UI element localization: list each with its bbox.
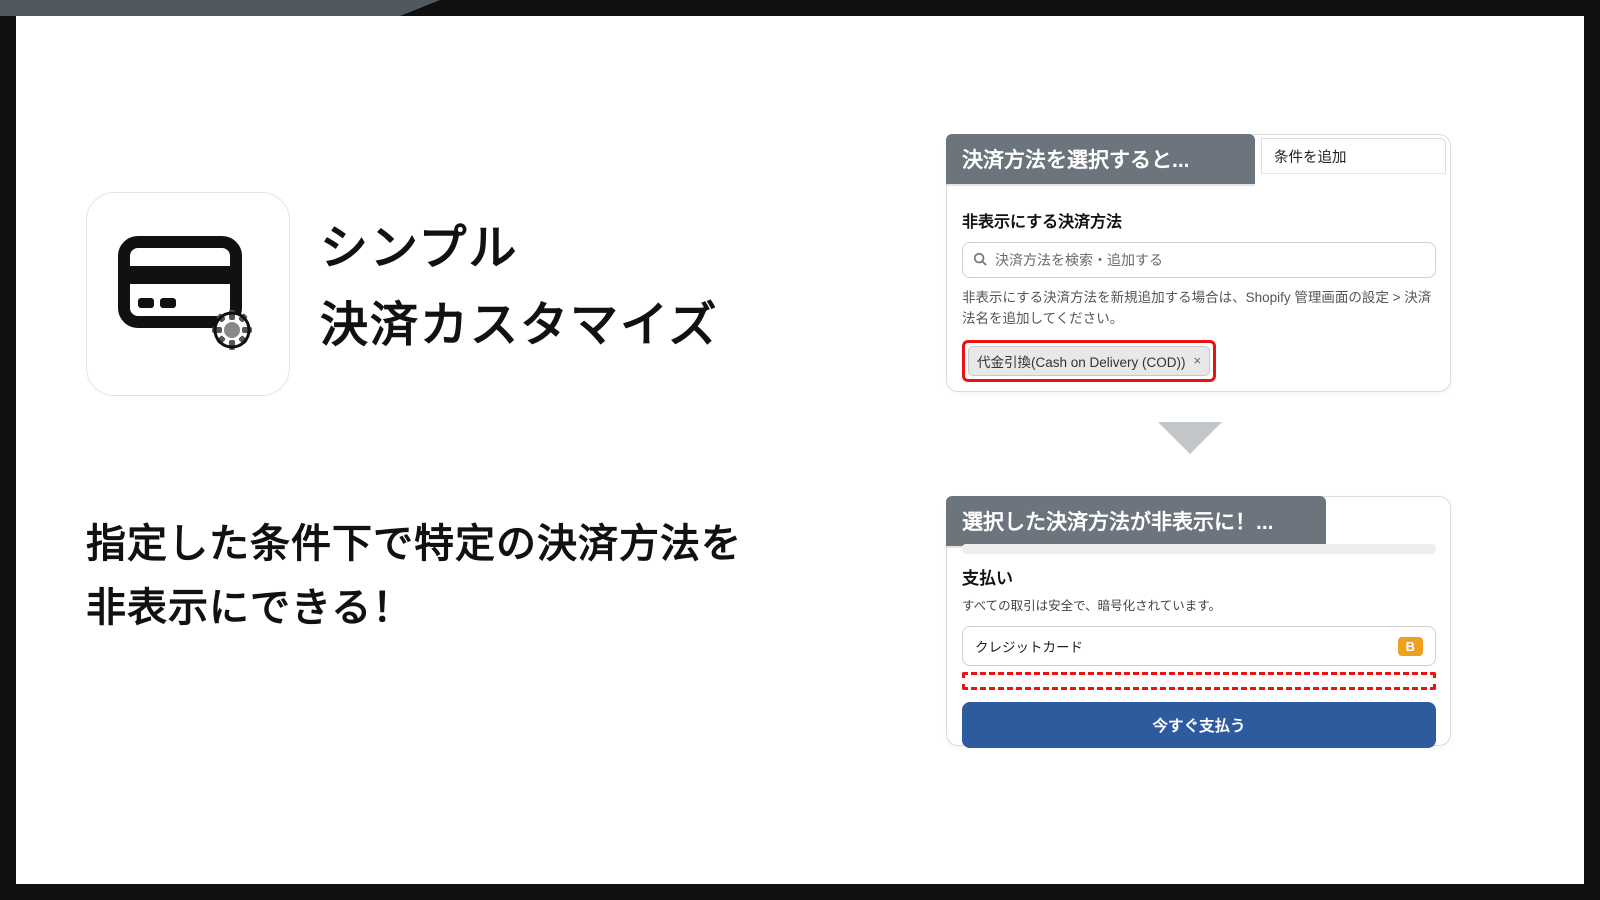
bogus-gateway-badge: B: [1398, 637, 1423, 656]
panel2-body: 支払い すべての取引は安全で、暗号化されています。 クレジットカード B 今すぐ…: [962, 564, 1436, 748]
slide-card: シンプル 決済カスタマイズ 指定した条件下で特定の決済方法を 非表示にできる！ …: [16, 16, 1584, 884]
chip-remove-icon[interactable]: ×: [1194, 353, 1202, 368]
frame-edge: [1584, 0, 1600, 470]
down-arrow-icon: [1158, 422, 1222, 454]
subhead-line2: 非表示にできる！: [86, 576, 742, 640]
slide-stage: シンプル 決済カスタマイズ 指定した条件下で特定の決済方法を 非表示にできる！ …: [0, 0, 1600, 900]
hide-methods-help-text: 非表示にする決済方法を新規追加する場合は、Shopify 管理画面の設定 > 決…: [962, 288, 1436, 330]
panel1-banner: 決済方法を選択すると...: [946, 134, 1255, 184]
hidden-method-placeholder: [962, 672, 1436, 690]
panel2-top-strip: [962, 544, 1436, 554]
app-title-line2: 決済カスタマイズ: [320, 288, 719, 365]
payment-option-label: クレジットカード: [975, 636, 1083, 656]
payment-method-search-input[interactable]: 決済方法を検索・追加する: [962, 242, 1436, 278]
panel2-banner: 選択した決済方法が非表示に！...: [946, 496, 1326, 546]
credit-card-gear-icon: [118, 232, 258, 357]
frame-edge: [0, 884, 1600, 900]
add-condition-tab-label: 条件を追加: [1274, 146, 1347, 167]
subhead-line1: 指定した条件下で特定の決済方法を: [86, 512, 742, 576]
search-icon: [973, 252, 987, 269]
payment-option-credit-card[interactable]: クレジットカード B: [962, 626, 1436, 666]
app-icon-card: [86, 192, 290, 396]
selected-method-highlight: 代金引換(Cash on Delivery (COD)) ×: [962, 340, 1216, 382]
slide-subheading: 指定した条件下で特定の決済方法を 非表示にできる！: [86, 512, 742, 640]
checkout-payment-heading: 支払い: [962, 564, 1436, 589]
hide-methods-label: 非表示にする決済方法: [962, 208, 1436, 232]
payment-method-chip[interactable]: 代金引換(Cash on Delivery (COD)) ×: [968, 346, 1210, 376]
app-title: シンプル 決済カスタマイズ: [320, 211, 719, 365]
pay-now-button[interactable]: 今すぐ支払う: [962, 702, 1436, 748]
frame-edge: [0, 420, 16, 900]
frame-edge: [0, 0, 400, 16]
panel1-body: 非表示にする決済方法 決済方法を検索・追加する 非表示にする決済方法を新規追加す…: [962, 208, 1436, 382]
add-condition-tab[interactable]: 条件を追加: [1261, 138, 1446, 174]
checkout-security-note: すべての取引は安全で、暗号化されています。: [962, 595, 1436, 614]
pay-now-label: 今すぐ支払う: [1152, 714, 1245, 736]
payment-method-chip-label: 代金引換(Cash on Delivery (COD)): [977, 351, 1186, 371]
app-title-line1: シンプル: [320, 211, 719, 288]
search-placeholder: 決済方法を検索・追加する: [995, 250, 1163, 270]
frame-edge: [400, 0, 440, 16]
